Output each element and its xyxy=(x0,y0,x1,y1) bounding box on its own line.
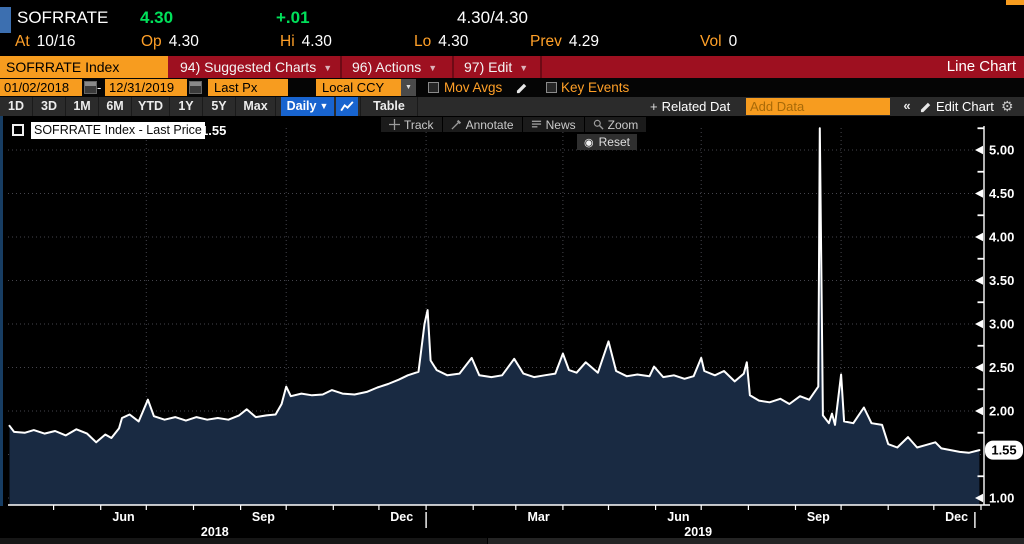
key-events-checkbox[interactable] xyxy=(546,82,557,93)
mov-avgs-checkbox[interactable] xyxy=(428,82,439,93)
tab-1m[interactable]: 1M xyxy=(66,97,99,116)
track-button[interactable]: Track xyxy=(381,117,443,132)
svg-text:Dec: Dec xyxy=(945,510,968,524)
svg-text:Sep: Sep xyxy=(807,510,830,524)
crosshair-icon xyxy=(389,119,400,130)
svg-text:1.55: 1.55 xyxy=(991,443,1016,458)
svg-text:3.50: 3.50 xyxy=(989,273,1014,288)
last-price: 4.30 xyxy=(140,8,173,28)
corner-marker xyxy=(1006,0,1024,5)
legend-series-label[interactable]: SOFRRATE Index - Last Price xyxy=(31,122,205,139)
chevron-down-icon: ▼ xyxy=(519,63,528,73)
x-axis-labels: Jun Sep Dec Mar Jun Sep Dec 2018 2019 xyxy=(54,505,981,539)
tab-5y[interactable]: 5Y xyxy=(203,97,236,116)
line-chart-type-button[interactable] xyxy=(336,97,358,116)
tab-6m[interactable]: 6M xyxy=(99,97,132,116)
calendar-icon[interactable] xyxy=(189,81,202,94)
reset-zoom-button[interactable]: ◉ Reset xyxy=(577,134,637,150)
legend-checkbox[interactable] xyxy=(12,124,24,136)
svg-text:3.00: 3.00 xyxy=(989,317,1014,332)
tab-table[interactable]: Table xyxy=(360,97,418,116)
price-field-selector[interactable]: Last Px xyxy=(208,79,288,96)
tab-max[interactable]: Max xyxy=(236,97,276,116)
annotate-pencil-icon xyxy=(451,119,462,130)
chart-tools-strip: Track Annotate News Zoom xyxy=(381,117,646,132)
svg-text:2.50: 2.50 xyxy=(989,360,1014,375)
news-button[interactable]: News xyxy=(523,117,585,132)
gear-icon[interactable]: ⚙ xyxy=(1001,97,1014,116)
svg-text:5.00: 5.00 xyxy=(989,143,1014,158)
reset-icon: ◉ xyxy=(584,136,594,149)
quote-field-high: Hi4.30 xyxy=(280,33,332,51)
panel-grab-handle[interactable] xyxy=(0,7,11,33)
chart-area: 1.00 2.00 2.50 3.00 3.50 4.00 4.50 5.00 1.55 Jun S… xyxy=(0,116,1024,544)
currency-dropdown-arrow[interactable]: ▼ xyxy=(401,79,416,96)
svg-text:2018: 2018 xyxy=(201,525,229,539)
screen-title: Line Chart xyxy=(947,56,1016,78)
zoom-button[interactable]: Zoom xyxy=(585,117,647,132)
magnifier-icon xyxy=(593,119,604,130)
tab-3d[interactable]: 3D xyxy=(33,97,66,116)
quote-bar: SOFRRATE 4.30 +.01 4.30/4.30 At10/16 Op4… xyxy=(0,0,1024,56)
last-price-badge: 1.55 xyxy=(985,441,1023,460)
edit-chart-button[interactable]: Edit Chart xyxy=(936,97,994,116)
quote-field-low: Lo4.30 xyxy=(414,33,468,51)
pencil-icon[interactable] xyxy=(516,81,529,94)
svg-text:Dec: Dec xyxy=(390,510,413,524)
related-data-button[interactable]: +Related Dat xyxy=(650,97,730,116)
pencil-icon xyxy=(920,100,933,113)
chevron-down-icon: ▼ xyxy=(319,101,328,111)
annotate-button[interactable]: Annotate xyxy=(443,117,523,132)
legend-last-value: 1.55 xyxy=(201,123,226,138)
chevron-down-icon: ▼ xyxy=(323,63,332,73)
menu-bar: SOFRRATE Index 94) Suggested Charts▼ 96)… xyxy=(0,56,1024,78)
news-icon xyxy=(531,119,542,130)
price-change: +.01 xyxy=(276,8,310,28)
area-fill xyxy=(10,128,980,505)
line-chart-icon xyxy=(340,100,354,113)
quote-field-volume: Vol0 xyxy=(700,33,737,51)
quote-field-at: At10/16 xyxy=(15,33,75,51)
period-tab-bar: 1D 3D 1M 6M YTD 1Y 5Y Max Daily▼ Table +… xyxy=(0,97,1024,116)
tab-1d[interactable]: 1D xyxy=(0,97,33,116)
quote-field-prev: Prev4.29 xyxy=(530,33,599,51)
start-date-field[interactable]: 01/02/2018 xyxy=(0,79,82,96)
chevron-down-icon: ▼ xyxy=(428,63,437,73)
currency-selector[interactable]: Local CCY xyxy=(316,79,401,96)
bloomberg-terminal-screen: SOFRRATE 4.30 +.01 4.30/4.30 At10/16 Op4… xyxy=(0,0,1024,544)
collapse-panel-button[interactable]: « xyxy=(897,97,917,116)
key-events-label: Key Events xyxy=(561,80,629,95)
bottom-strip-left xyxy=(0,538,487,544)
security-field[interactable]: SOFRRATE Index xyxy=(0,56,168,78)
date-separator: - xyxy=(97,79,101,96)
mov-avgs-label: Mov Avgs xyxy=(444,80,502,95)
svg-text:Jun: Jun xyxy=(112,510,134,524)
calendar-icon[interactable] xyxy=(84,81,97,94)
svg-text:Sep: Sep xyxy=(252,510,275,524)
bottom-strip-right xyxy=(488,538,1024,544)
svg-text:4.00: 4.00 xyxy=(989,230,1014,245)
tab-1y[interactable]: 1Y xyxy=(170,97,203,116)
svg-text:Jun: Jun xyxy=(667,510,689,524)
svg-text:2.00: 2.00 xyxy=(989,404,1014,419)
bid-ask: 4.30/4.30 xyxy=(457,8,528,28)
price-chart[interactable]: 1.00 2.00 2.50 3.00 3.50 4.00 4.50 5.00 1.55 Jun S… xyxy=(0,116,1024,544)
plus-icon: + xyxy=(650,99,658,114)
end-date-field[interactable]: 12/31/2019 xyxy=(105,79,187,96)
tab-ytd[interactable]: YTD xyxy=(132,97,170,116)
svg-text:4.50: 4.50 xyxy=(989,186,1014,201)
svg-text:1.00: 1.00 xyxy=(989,491,1014,506)
add-data-input[interactable] xyxy=(746,98,890,115)
svg-text:2019: 2019 xyxy=(684,525,712,539)
ticker-symbol: SOFRRATE xyxy=(17,8,108,28)
chart-toolbar: 01/02/2018 - 12/31/2019 Last Px Local CC… xyxy=(0,78,1024,97)
menu-suggested-charts[interactable]: 94) Suggested Charts▼ xyxy=(170,56,342,78)
menu-actions[interactable]: 96) Actions▼ xyxy=(342,56,454,78)
menu-edit[interactable]: 97) Edit▼ xyxy=(454,56,542,78)
svg-text:Mar: Mar xyxy=(527,510,549,524)
frequency-selector[interactable]: Daily▼ xyxy=(281,97,334,116)
quote-field-open: Op4.30 xyxy=(141,33,199,51)
